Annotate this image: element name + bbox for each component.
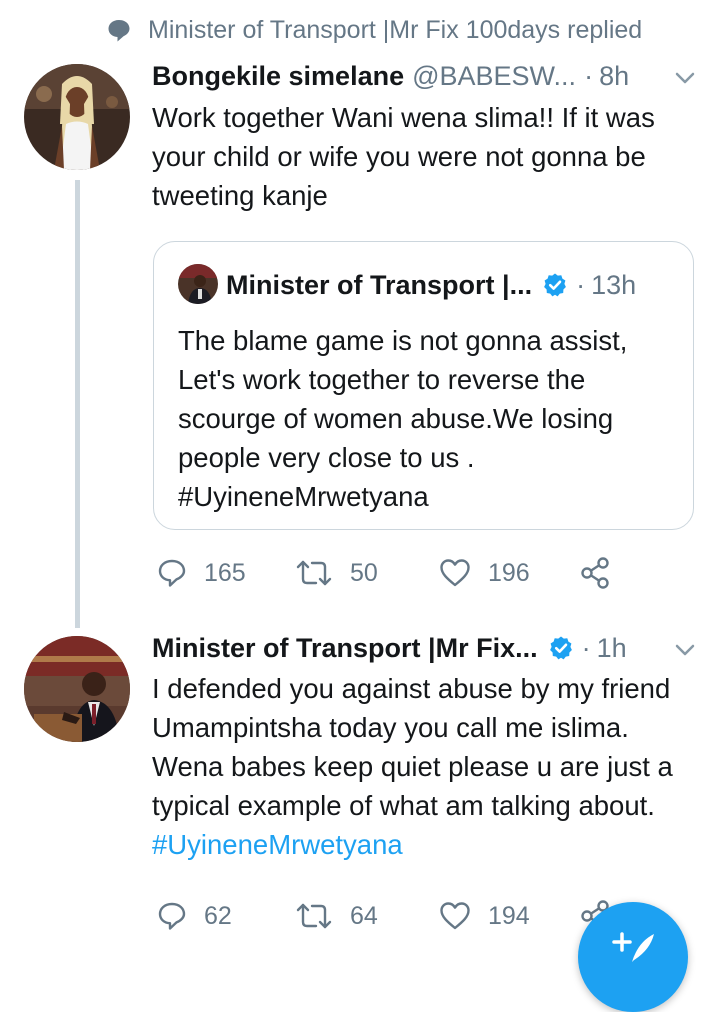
chevron-down-icon[interactable]: [674, 71, 696, 85]
chevron-down-icon[interactable]: [674, 643, 696, 657]
reply-button[interactable]: 165: [156, 555, 246, 591]
quoted-tweet-card[interactable]: Minister of Transport |... · 13h The bla…: [153, 241, 694, 530]
tweet-text-body: I defended you against abuse by my frien…: [152, 673, 673, 821]
reply-button[interactable]: 62: [156, 898, 232, 934]
separator-dot: ·: [581, 632, 591, 663]
like-button[interactable]: 194: [438, 898, 530, 934]
reply-context-text: Minister of Transport |Mr Fix 100days re…: [148, 15, 643, 44]
thread-connector-line: [75, 180, 80, 628]
quoted-author-name[interactable]: Minister of Transport |...: [226, 270, 532, 301]
tweet-actions: 62 64 194: [156, 898, 626, 934]
timestamp[interactable]: 1h: [597, 633, 627, 664]
hashtag-link[interactable]: #UyineneMrwetyana: [152, 829, 403, 860]
retweet-button[interactable]: 50: [294, 555, 378, 591]
verified-badge-icon: [542, 272, 568, 298]
reply-count: 165: [204, 558, 246, 587]
author-name[interactable]: Minister of Transport |Mr Fix...: [152, 633, 538, 664]
reply-context: Minister of Transport |Mr Fix 100days re…: [106, 12, 642, 48]
share-button[interactable]: [580, 555, 628, 591]
reply-count: 62: [204, 901, 232, 930]
avatar-image: [24, 636, 130, 742]
like-button[interactable]: 196: [438, 555, 530, 591]
quoted-avatar: [178, 264, 218, 304]
compose-plus-feather-icon: [612, 932, 654, 962]
retweet-count: 64: [350, 901, 378, 930]
tweet-text: I defended you against abuse by my frien…: [152, 669, 692, 864]
separator-dot: ·: [576, 269, 586, 300]
avatar-image: [24, 64, 130, 170]
quoted-tweet-header: Minister of Transport |... · 13h: [226, 266, 636, 304]
tweet-header: Bongekile simelane @BABESW... · 8h: [152, 58, 629, 94]
verified-badge-icon: [548, 635, 574, 661]
avatar[interactable]: [24, 64, 130, 170]
reply-icon: [158, 902, 186, 930]
avatar[interactable]: [24, 636, 130, 742]
like-count: 196: [488, 558, 530, 587]
compose-tweet-button[interactable]: [578, 902, 688, 1012]
timestamp[interactable]: 8h: [599, 61, 629, 92]
retweet-icon: [296, 903, 332, 929]
speech-bubble-icon: [106, 17, 132, 43]
share-icon: [581, 557, 609, 589]
tweet-header: Minister of Transport |Mr Fix... · 1h: [152, 630, 627, 666]
retweet-icon: [296, 560, 332, 586]
retweet-button[interactable]: 64: [294, 898, 378, 934]
heart-icon: [440, 902, 470, 930]
quoted-tweet-text: The blame game is not gonna assist, Let'…: [178, 325, 628, 512]
retweet-count: 50: [350, 558, 378, 587]
quoted-avatar-image: [178, 264, 218, 304]
author-handle[interactable]: @BABESW...: [412, 61, 576, 92]
heart-icon: [440, 559, 470, 587]
author-name[interactable]: Bongekile simelane: [152, 61, 404, 92]
tweet-actions: 165 50 196: [156, 555, 626, 591]
tweet-text: Work together Wani wena slima!! If it wa…: [152, 102, 655, 211]
like-count: 194: [488, 901, 530, 930]
reply-icon: [158, 559, 186, 587]
quoted-timestamp[interactable]: 13h: [591, 270, 636, 301]
separator-dot: ·: [584, 60, 594, 91]
